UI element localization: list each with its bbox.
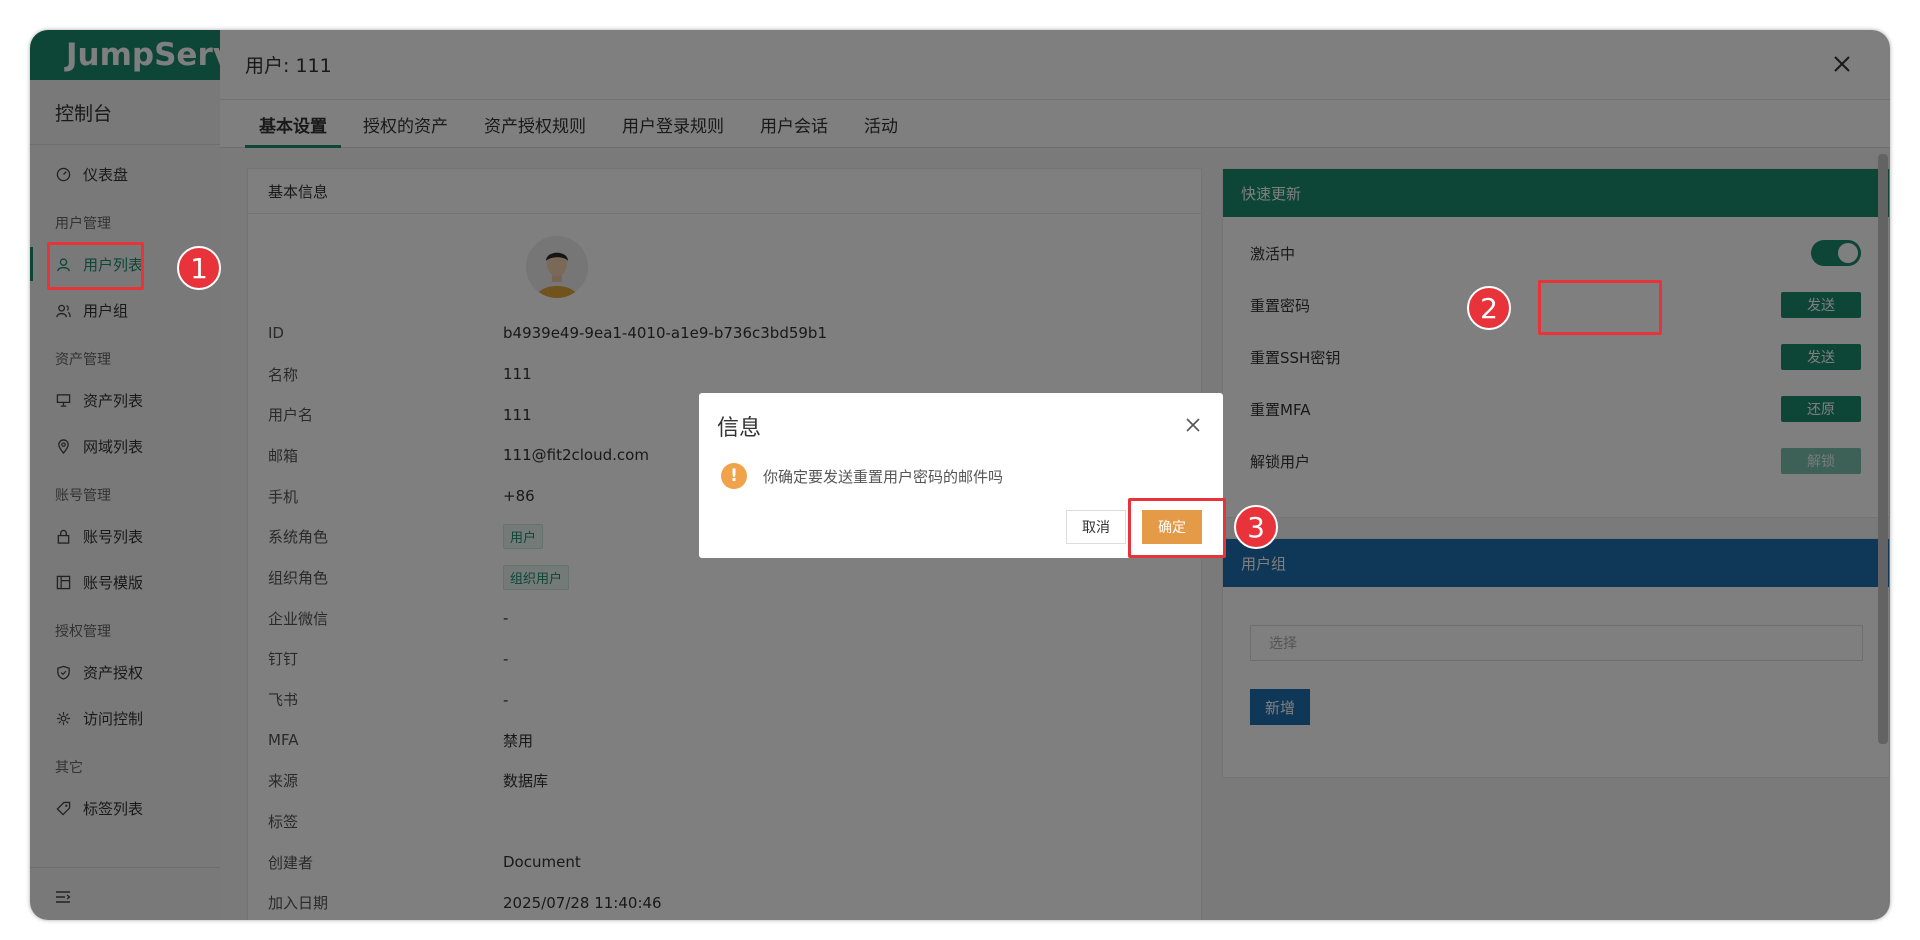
- dialog-message-row: ! 你确定要发送重置用户密码的邮件吗: [721, 463, 1003, 489]
- annotation-badge-3: 3: [1234, 505, 1278, 549]
- app-window: JumpServer 控制台 仪表盘 用户管理 用户列表 用户组 资产管理 资产…: [30, 30, 1890, 920]
- dialog-close-icon[interactable]: [1185, 417, 1201, 433]
- cancel-button[interactable]: 取消: [1066, 510, 1126, 544]
- annotation-box-confirm: [1128, 498, 1226, 558]
- annotation-badge-1: 1: [177, 246, 221, 290]
- dialog-message: 你确定要发送重置用户密码的邮件吗: [763, 467, 1004, 486]
- warning-icon: !: [721, 463, 747, 489]
- annotation-box-send: [1538, 280, 1662, 335]
- annotation-badge-2: 2: [1467, 286, 1511, 330]
- annotation-box-user-list: [47, 242, 144, 290]
- dialog-title: 信息: [717, 416, 762, 441]
